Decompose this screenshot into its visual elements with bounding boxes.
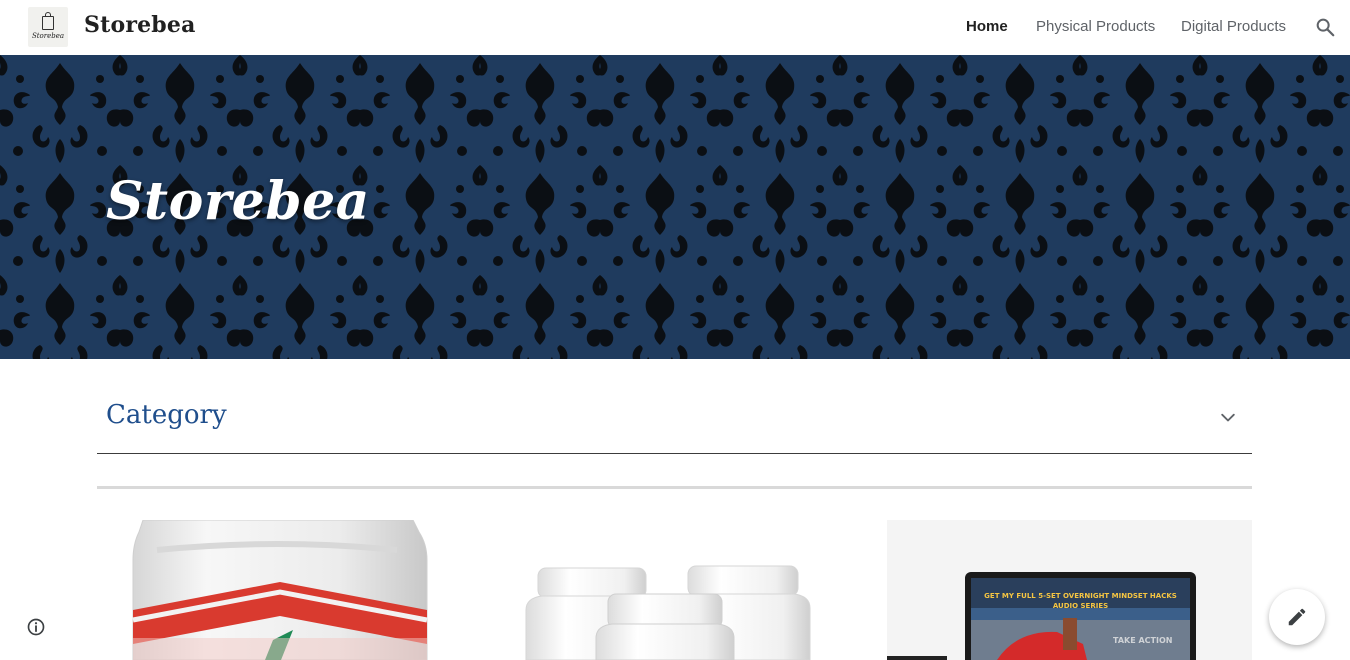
nav-physical-products[interactable]: Physical Products <box>1036 18 1155 35</box>
category-heading: Category <box>106 400 227 430</box>
banner-title: Storebea <box>106 171 370 232</box>
category-collapsible[interactable]: Category <box>97 390 1252 454</box>
pencil-icon <box>1288 608 1306 626</box>
promo-headline: GET MY FULL 5-SET OVERNIGHT MINDSET HACK… <box>984 592 1177 610</box>
shopping-bag-icon <box>42 12 54 30</box>
nav-digital-products[interactable]: Digital Products <box>1181 18 1286 35</box>
nav-home[interactable]: Home <box>966 18 1008 35</box>
top-app-bar: Storebea Storebea Home Physical Products… <box>0 0 1350 55</box>
info-icon[interactable] <box>26 617 46 637</box>
logo-wordmark: Storebea <box>31 32 65 40</box>
product-image-supplement-jar <box>132 520 428 660</box>
promo-button-text: TAKE ACTION <box>1113 636 1173 645</box>
product-card-3[interactable]: GET MY FULL 5-SET OVERNIGHT MINDSET HACK… <box>887 520 1252 660</box>
product-card-2[interactable] <box>492 520 857 660</box>
search-icon[interactable] <box>1314 16 1336 38</box>
site-title[interactable]: Storebea <box>84 12 196 38</box>
section-divider <box>97 486 1252 489</box>
hero-banner: Storebea <box>0 55 1350 359</box>
edit-button[interactable] <box>1269 589 1325 645</box>
product-image-three-bottles <box>525 565 811 660</box>
product-card-1[interactable] <box>97 520 462 660</box>
product-image-laptop-promo <box>887 520 1252 660</box>
site-logo[interactable]: Storebea <box>28 7 68 47</box>
chevron-down-icon[interactable] <box>1218 408 1238 428</box>
